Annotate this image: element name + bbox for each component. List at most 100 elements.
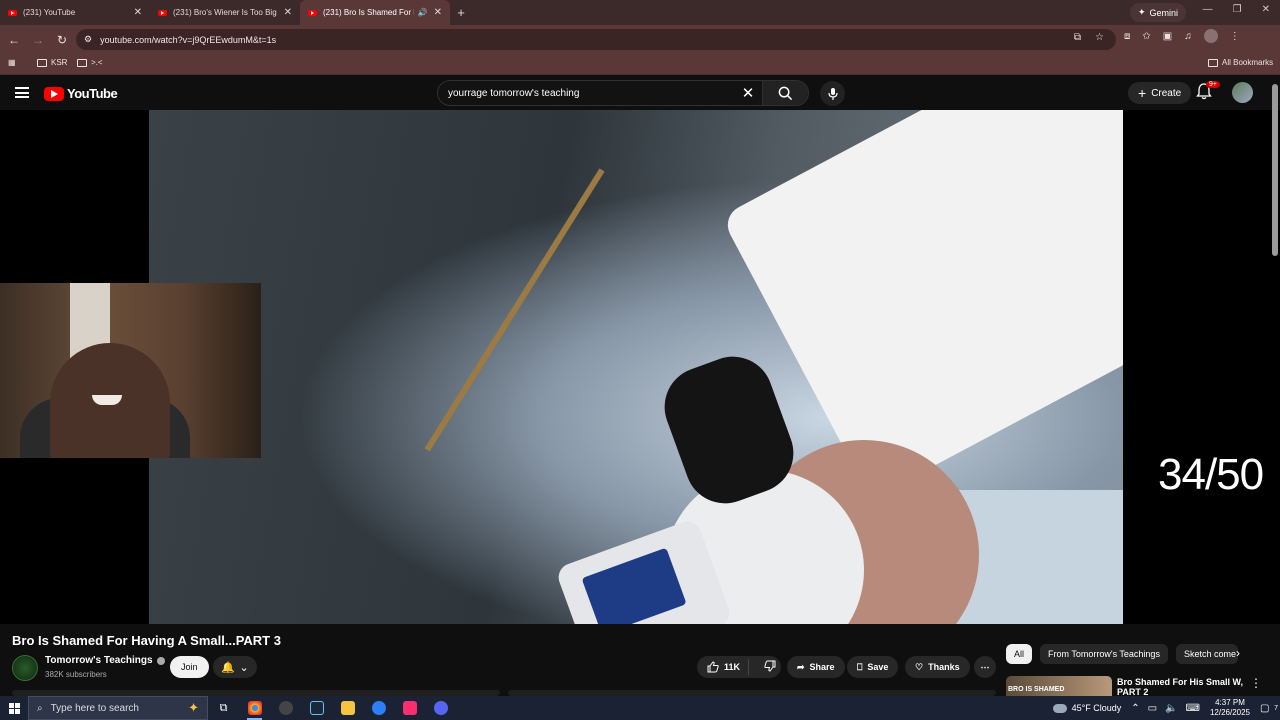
menu-hamburger-icon[interactable] [15, 87, 29, 98]
chevron-right-icon[interactable]: › [1236, 646, 1240, 660]
like-button[interactable]: 11K [697, 659, 750, 675]
profile-avatar-icon[interactable] [1203, 29, 1218, 43]
chevron-up-icon[interactable]: ⌃ [1131, 703, 1139, 714]
notification-count: 7 [1274, 704, 1278, 712]
tray-icons: ⌃ ▭ 🔈 ⌨ [1131, 703, 1200, 714]
more-vertical-icon[interactable]: ⋮ [1250, 676, 1262, 690]
dislike-button[interactable] [754, 660, 786, 674]
user-avatar[interactable] [1232, 82, 1253, 103]
search-box: ✕ [437, 80, 809, 106]
youtube-favicon-icon [158, 9, 167, 16]
page-scrollbar[interactable] [1272, 84, 1278, 256]
network-icon[interactable]: ▭ [1148, 703, 1157, 714]
join-button[interactable]: Join [170, 656, 209, 678]
recommended-thumbnail[interactable]: BRO IS SHAMED [1006, 676, 1112, 696]
share-label: Share [809, 662, 835, 672]
create-button[interactable]: + Create [1128, 82, 1192, 104]
search-button[interactable] [762, 81, 808, 105]
extensions-icon[interactable]: ⧈ [1124, 31, 1130, 42]
favorites-icon[interactable]: ✩ [1142, 31, 1150, 42]
start-button[interactable] [0, 696, 28, 720]
bookmark-star-icon[interactable]: ☆ [1095, 32, 1104, 43]
chip-all[interactable]: All [1006, 644, 1033, 664]
save-label: Save [867, 662, 889, 672]
notification-center-icon[interactable]: ▢ 7 [1260, 703, 1280, 714]
obs-taskbar-icon[interactable] [270, 696, 301, 720]
more-actions-button[interactable]: ⋯ [974, 656, 996, 678]
media-controls-icon[interactable]: ♫ [1184, 31, 1192, 42]
bookmark-label: KSR [51, 58, 68, 67]
browser-tab-strip: (231) YouTube ✕ (231) Bro's Wiener Is To… [0, 0, 1280, 25]
tab-close-icon[interactable]: ✕ [434, 7, 442, 18]
clock[interactable]: 4:37 PM 12/26/2025 [1210, 698, 1250, 718]
thumbnail-text: BRO IS SHAMED [1008, 686, 1065, 693]
share-button[interactable]: ➦ Share [787, 656, 845, 678]
bookmark-folder-ksr[interactable]: KSR [37, 58, 67, 67]
folder-icon [1208, 58, 1218, 67]
windows-taskbar: ⌕ Type here to search ✦ ⧉ 45°F Cloudy ⌃ … [0, 696, 1280, 720]
menu-kebab-icon[interactable]: ⋮ [1230, 31, 1240, 42]
bookmark-folder-2[interactable]: >.< [77, 58, 103, 67]
tab-search-icon[interactable]: ▣ [1163, 31, 1172, 42]
bell-outline-icon: 🔔 [221, 661, 235, 674]
channel-name[interactable]: Tomorrow's Teachings [45, 655, 165, 666]
tab-label: (231) Bro's Wiener Is Too Big Fo [173, 8, 278, 17]
gemini-button[interactable]: ✦ Gemini [1130, 3, 1187, 22]
minimize-icon[interactable]: — [1203, 4, 1213, 15]
weather-widget[interactable]: 45°F Cloudy [1052, 703, 1121, 713]
task-view-icon[interactable]: ⧉ [208, 696, 239, 720]
all-bookmarks-button[interactable]: All Bookmarks [1208, 58, 1273, 67]
chip-sketch-comedy[interactable]: Sketch come [1175, 644, 1238, 664]
forward-arrow-icon[interactable]: → [26, 33, 50, 47]
music-app-icon[interactable] [394, 696, 425, 720]
chrome-taskbar-icon[interactable] [239, 696, 270, 720]
discord-taskbar-icon[interactable] [425, 696, 456, 720]
tab-close-icon[interactable]: ✕ [284, 7, 292, 18]
reload-icon[interactable]: ↻ [50, 33, 74, 47]
streamer-webcam-overlay [0, 283, 261, 458]
speaker-icon[interactable]: 🔊 [418, 8, 428, 17]
save-button[interactable]: ⎕ Save [847, 656, 899, 678]
app-blue-icon[interactable] [363, 696, 394, 720]
browser-tab-1[interactable]: (231) YouTube ✕ [0, 0, 150, 25]
tab-close-icon[interactable]: ✕ [134, 7, 142, 18]
youtube-favicon-icon [308, 9, 317, 16]
steam-taskbar-icon[interactable] [301, 696, 332, 720]
video-player[interactable]: 34/50 [0, 110, 1280, 624]
subscription-bell-button[interactable]: 🔔 ⌄ [213, 656, 257, 678]
browser-tab-3-active[interactable]: (231) Bro Is Shamed For Ha 🔊 ✕ [300, 0, 450, 25]
thanks-button[interactable]: ♡ Thanks [905, 656, 970, 678]
language-icon[interactable]: ⌨ [1186, 703, 1200, 714]
close-window-icon[interactable]: ✕ [1262, 4, 1270, 15]
video-title: Bro Is Shamed For Having A Small...PART … [12, 633, 281, 648]
video-metadata-section: Bro Is Shamed For Having A Small...PART … [0, 624, 1280, 696]
channel-name-text: Tomorrow's Teachings [45, 655, 153, 666]
recommended-title[interactable]: Bro Shamed For His Small W, PART 2 [1117, 677, 1247, 696]
voice-search-button[interactable] [820, 81, 845, 106]
clear-search-icon[interactable]: ✕ [734, 84, 762, 102]
hacksaw-shape [424, 168, 605, 452]
back-arrow-icon[interactable]: ← [2, 33, 26, 47]
share-arrow-icon: ➦ [797, 661, 805, 672]
address-bar[interactable]: ⚙ youtube.com/watch?v=j9QrEEwdumM&t=1s ⧉… [76, 29, 1116, 50]
taskbar-search[interactable]: ⌕ Type here to search ✦ [28, 696, 208, 720]
recommended-video-item[interactable]: BRO IS SHAMED Bro Shamed For His Small W… [1006, 676, 1270, 696]
video-frame[interactable] [149, 110, 1123, 624]
site-info-icon[interactable]: ⚙ [84, 34, 92, 45]
channel-avatar[interactable] [12, 655, 38, 681]
notifications-button[interactable]: 9+ [1196, 81, 1220, 103]
episode-counter-overlay: 34/50 [1158, 450, 1264, 499]
apps-grid-icon[interactable]: ▦ [8, 58, 16, 67]
window-controls: — ❐ ✕ [1203, 4, 1270, 15]
all-bookmarks-label: All Bookmarks [1222, 58, 1274, 67]
verified-check-icon [156, 656, 165, 665]
search-input[interactable] [438, 87, 734, 99]
maximize-icon[interactable]: ❐ [1233, 4, 1242, 15]
file-explorer-icon[interactable] [332, 696, 363, 720]
new-tab-button[interactable]: + [450, 0, 472, 25]
chip-from-channel[interactable]: From Tomorrow's Teachings [1040, 644, 1168, 664]
volume-icon[interactable]: 🔈 [1165, 703, 1177, 714]
youtube-logo[interactable]: YouTube [44, 86, 118, 101]
browser-tab-2[interactable]: (231) Bro's Wiener Is Too Big Fo ✕ [150, 0, 300, 25]
cast-icon[interactable]: ⧉ [1074, 32, 1081, 43]
